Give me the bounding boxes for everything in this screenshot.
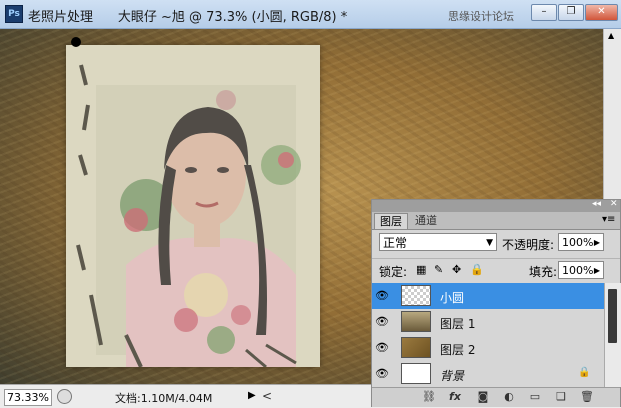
layer-thumbnail (401, 285, 431, 306)
status-menu-arrow-icon[interactable]: ▶ (248, 389, 258, 403)
layer-row-layer2[interactable]: 👁 图层 2 (372, 335, 604, 362)
dropdown-arrow-icon: ▼ (486, 238, 493, 248)
tab-channels[interactable]: 通道 (410, 213, 442, 228)
restore-button[interactable]: ❐ (558, 4, 584, 21)
layers-scrollbar[interactable] (604, 283, 621, 387)
layers-panel-footer: ⛓ fx ◙ ◐ ▭ ❑ 🗑 (372, 387, 620, 407)
blend-opacity-row: 正常 ▼ 不透明度: 100% ▶ (372, 230, 620, 256)
lock-pixels-brush-icon[interactable]: ✎ (434, 264, 445, 275)
layer-row-layer1[interactable]: 👁 图层 1 (372, 309, 604, 336)
layer-thumbnail (401, 337, 431, 358)
layers-panel: ◂◂ ✕ 图层 通道 ▾≡ 正常 ▼ 不透明度: 100% ▶ 锁定: ▦ ✎ … (371, 199, 621, 407)
layer-thumbnail (401, 363, 431, 384)
minimize-button[interactable]: – (531, 4, 557, 21)
eye-icon[interactable]: 👁 (375, 367, 389, 381)
layer-row-xiaoyuan[interactable]: 👁 小圆 (372, 283, 604, 310)
folder-icon[interactable]: ▭ (528, 390, 542, 404)
layer-name: 图层 1 (440, 317, 476, 331)
layer-row-background[interactable]: 👁 背景 🔒 (372, 361, 604, 388)
layer-name: 图层 2 (440, 343, 476, 357)
fill-label: 填充: (529, 265, 558, 279)
eye-icon[interactable]: 👁 (375, 341, 389, 355)
close-button[interactable]: ✕ (585, 4, 618, 21)
blend-mode-value: 正常 (383, 236, 408, 250)
window-title: 老照片处理 大眼仔 ~旭 @ 73.3% (小圆, RGB/8) * (28, 6, 347, 25)
blend-mode-select[interactable]: 正常 ▼ (379, 233, 497, 251)
lock-icon: 🔒 (578, 367, 591, 378)
mask-icon[interactable]: ◙ (476, 390, 490, 404)
panel-tabs: 图层 通道 ▾≡ (372, 212, 620, 230)
scrollbar-thumb[interactable] (608, 289, 617, 343)
title-bar: Ps 老照片处理 大眼仔 ~旭 @ 73.3% (小圆, RGB/8) * 思缘… (0, 0, 621, 29)
fill-slider-arrow-icon[interactable]: ▶ (594, 262, 600, 280)
scroll-left-arrow-icon[interactable]: < (262, 389, 272, 403)
new-layer-icon[interactable]: ❑ (554, 390, 568, 404)
eye-icon[interactable]: 👁 (375, 315, 389, 329)
fill-value: 100% (562, 264, 594, 277)
document-info: 大眼仔 ~旭 @ 73.3% (小圆, RGB/8) * (117, 10, 348, 25)
lock-fill-row: 锁定: ▦ ✎ ✥ 🔒 填充: 100% ▶ (372, 258, 620, 283)
document-name: 老照片处理 (28, 10, 94, 25)
link-icon[interactable]: ⛓ (422, 390, 436, 404)
portrait-illustration (66, 45, 320, 367)
old-photo (66, 45, 320, 367)
brush-cursor (71, 37, 81, 47)
zoom-level-input[interactable]: 73.33% (4, 389, 52, 406)
eye-icon[interactable]: 👁 (375, 289, 389, 303)
fx-icon[interactable]: fx (448, 390, 462, 404)
layer-thumbnail (401, 311, 431, 332)
lock-label: 锁定: (379, 265, 408, 279)
opacity-slider-arrow-icon[interactable]: ▶ (594, 234, 600, 252)
fill-input[interactable]: 100% ▶ (558, 261, 604, 279)
lock-all-icon[interactable]: 🔒 (470, 264, 484, 275)
photoshop-app-icon: Ps (5, 5, 23, 23)
opacity-value: 100% (562, 236, 594, 249)
watermark-text: 思缘设计论坛 (448, 10, 514, 23)
opacity-input[interactable]: 100% ▶ (558, 233, 604, 251)
lock-position-move-icon[interactable]: ✥ (452, 264, 463, 275)
panel-close-icon[interactable]: ✕ (610, 199, 618, 209)
trash-icon[interactable]: 🗑 (580, 390, 594, 404)
tab-layers[interactable]: 图层 (374, 213, 408, 229)
layer-list: 👁 小圆 👁 图层 1 👁 图层 2 👁 背景 🔒 (372, 283, 604, 388)
document-size-info: 文档:1.10M/4.04M (115, 392, 213, 405)
opacity-label: 不透明度: (502, 238, 555, 252)
adjustment-icon[interactable]: ◐ (502, 390, 516, 404)
layer-name: 背景 (440, 369, 465, 383)
layer-name: 小圆 (440, 291, 465, 305)
collapse-panel-icon[interactable]: ◂◂ (592, 199, 601, 209)
panel-menu-icon[interactable]: ▾≡ (602, 214, 615, 225)
status-info-icon[interactable] (57, 389, 72, 404)
lock-transparency-icon[interactable]: ▦ (416, 264, 427, 275)
panel-header: ◂◂ ✕ (372, 199, 620, 212)
scroll-up-arrow-icon[interactable]: ▲ (608, 31, 614, 40)
